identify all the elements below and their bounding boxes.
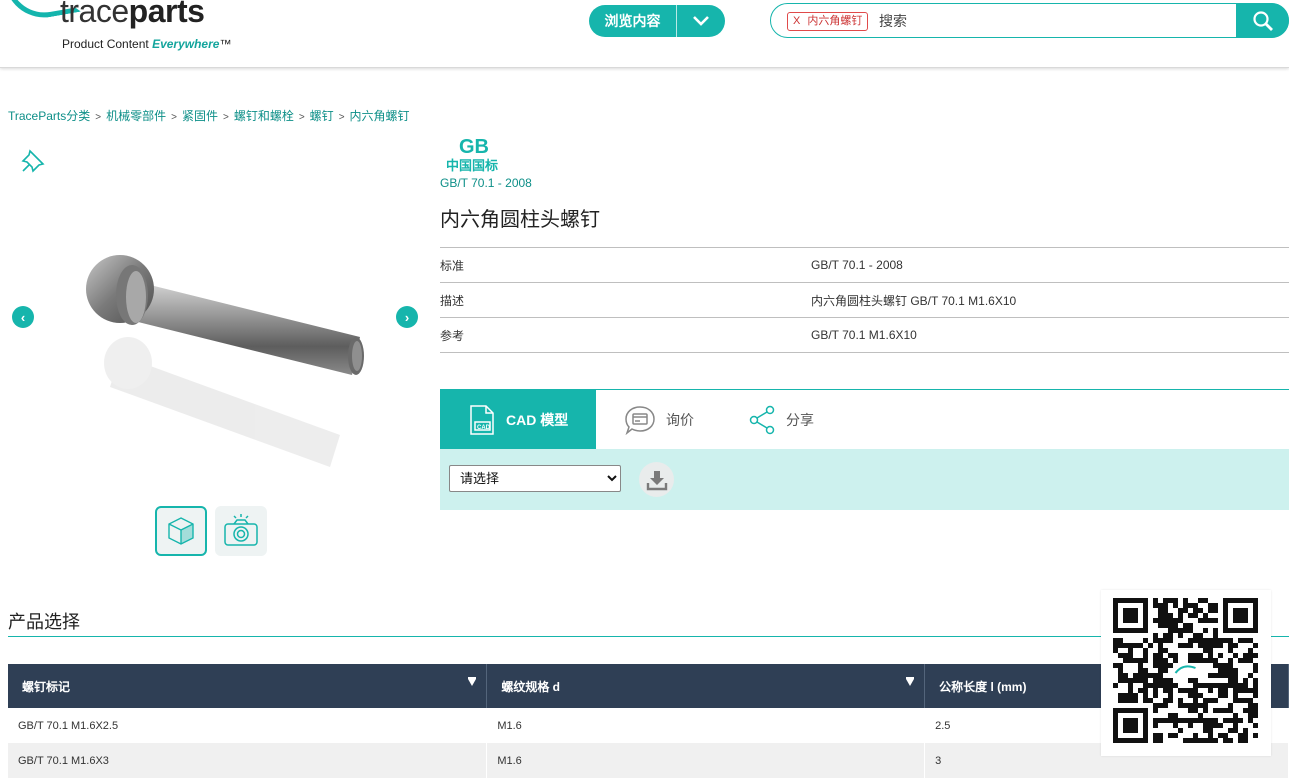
table-cell: M1.6	[486, 708, 926, 743]
standard-code[interactable]: GB/T 70.1 - 2008	[440, 176, 532, 190]
qr-code	[1101, 590, 1271, 756]
info-key: 标准	[440, 247, 811, 283]
info-value: GB/T 70.1 - 2008	[811, 247, 1289, 283]
column-header[interactable]: 螺钉标记	[8, 664, 488, 708]
table-header-row: 螺钉标记 螺纹规格 d 公称长度 l (mm)	[8, 664, 1289, 708]
table-cell: GB/T 70.1 M1.6X2.5	[8, 708, 488, 743]
info-key: 参考	[440, 317, 811, 353]
search-bar: X 内六角螺钉	[770, 3, 1289, 38]
table-row[interactable]: GB/T 70.1 M1.6X3 M1.6 3	[8, 743, 1289, 778]
qr-code-image	[1113, 598, 1258, 743]
search-filter-tag[interactable]: X 内六角螺钉	[787, 12, 869, 31]
product-title: 内六角圆柱头螺钉	[440, 209, 600, 231]
info-row: 参考 GB/T 70.1 M1.6X10	[440, 317, 1289, 353]
breadcrumb: TraceParts分类 > 机械零部件 > 紧固件 > 螺钉和螺栓 > 螺钉 > 内六角螺钉	[8, 109, 410, 123]
info-value: GB/T 70.1 M1.6X10	[811, 317, 1289, 353]
pin-icon[interactable]	[20, 148, 46, 179]
tab-cad-label: CAD 模型	[506, 411, 569, 428]
next-image-button[interactable]: ›	[396, 306, 418, 328]
browse-content-label[interactable]: 浏览内容	[589, 5, 677, 37]
action-tabs: CAD CAD 模型 询价 分享	[440, 389, 1289, 449]
traceparts-logo[interactable]: traceparts Product Content Everywhere™	[5, 0, 238, 60]
thumbnail-photo-view[interactable]	[215, 506, 267, 556]
section-title-product-selection: 产品选择	[8, 612, 80, 632]
column-header[interactable]: 螺纹规格 d	[486, 664, 926, 708]
download-icon	[646, 470, 667, 490]
logo-tagline: Product Content Everywhere™	[62, 37, 232, 51]
breadcrumb-item[interactable]: 机械零部件	[106, 109, 166, 123]
filter-icon[interactable]	[906, 677, 915, 686]
browse-content-button[interactable]: 浏览内容	[589, 5, 725, 37]
breadcrumb-item[interactable]: 紧固件	[182, 109, 218, 123]
breadcrumb-item[interactable]: 螺钉和螺栓	[234, 109, 294, 123]
table-row[interactable]: GB/T 70.1 M1.6X2.5 M1.6 2.5	[8, 708, 1289, 743]
tab-share-label: 分享	[786, 411, 814, 428]
cad-download-panel: 请选择	[440, 449, 1289, 510]
info-key: 描述	[440, 282, 811, 318]
info-row: 描述 内六角圆柱头螺钉 GB/T 70.1 M1.6X10	[440, 282, 1289, 318]
previous-image-button[interactable]: ‹	[12, 306, 34, 328]
download-button[interactable]	[639, 462, 674, 497]
filter-icon[interactable]	[468, 677, 477, 686]
share-icon	[749, 405, 775, 434]
remove-tag-icon[interactable]: X	[793, 15, 800, 27]
table-cell: GB/T 70.1 M1.6X3	[8, 743, 488, 778]
breadcrumb-item[interactable]: TraceParts分类	[8, 109, 90, 123]
search-filter-tag-label: 内六角螺钉	[807, 15, 863, 27]
product-3d-image	[86, 255, 364, 467]
thumbnail-3d-view[interactable]	[155, 506, 207, 556]
svg-text:CAD: CAD	[477, 425, 491, 431]
search-button[interactable]	[1236, 3, 1289, 38]
tab-quote[interactable]: 询价	[624, 390, 694, 449]
cube-icon	[168, 517, 194, 545]
breadcrumb-item-current[interactable]: 内六角螺钉	[350, 109, 410, 123]
product-info-table: 标准 GB/T 70.1 - 2008 描述 内六角圆柱头螺钉 GB/T 70.1 …	[440, 247, 1289, 353]
section-divider	[8, 636, 1289, 637]
logo-wordmark: traceparts	[60, 0, 205, 29]
product-selection-table: 螺钉标记 螺纹规格 d 公称长度 l (mm) GB/T 70.1 M1.6X2…	[8, 664, 1289, 778]
cad-file-icon: CAD	[470, 404, 494, 435]
chat-card-icon	[625, 405, 655, 435]
search-icon	[1252, 10, 1273, 31]
site-header: traceparts Product Content Everywhere™ 浏…	[0, 0, 1289, 68]
tab-share[interactable]: 分享	[748, 390, 814, 449]
breadcrumb-item[interactable]: 螺钉	[310, 109, 334, 123]
standard-logo: GB 中国国标	[445, 136, 498, 173]
search-input[interactable]	[879, 9, 1219, 33]
table-cell: M1.6	[486, 743, 926, 778]
cad-format-select[interactable]: 请选择	[449, 465, 621, 492]
tab-quote-label: 询价	[666, 411, 694, 428]
info-value: 内六角圆柱头螺钉 GB/T 70.1 M1.6X10	[811, 282, 1289, 318]
chevron-down-icon[interactable]	[677, 16, 725, 26]
camera-icon	[224, 514, 258, 546]
tab-cad-model[interactable]: CAD CAD 模型	[440, 390, 596, 449]
info-row: 标准 GB/T 70.1 - 2008	[440, 247, 1289, 283]
